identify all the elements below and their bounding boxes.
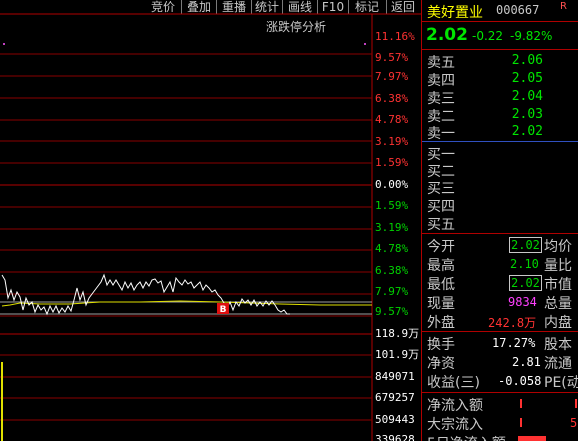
price-axis-label: 1.59% [375,156,409,169]
block-inflow-value: 5 [570,416,578,430]
five-day-inflow-bar [518,436,546,441]
volume-grid [0,333,372,421]
high-value: 2.10 [510,257,539,271]
net-inflow-bar-right [575,399,577,408]
divider [422,331,578,332]
eps-value: -0.058 [498,374,542,388]
ask1-label: 卖一 [427,126,455,142]
ask1-price[interactable]: 2.02 [507,124,543,139]
price-axis-label: 1.59% [375,199,409,212]
low-value: 2.02 [509,275,542,291]
market-cap-label: 市值 [544,277,572,293]
nav-label: 净资 [427,356,455,372]
bid4-label: 买四 [427,199,455,215]
open-label: 今开 [427,239,455,255]
stock-name: 美好置业 [427,5,483,21]
divider [422,392,578,393]
turnover-label: 换手 [427,337,455,353]
current-price: 2.02 [426,25,468,45]
stock-code: 000667 [496,3,540,17]
price-axis-label: 0.00% [375,178,409,191]
price-axis-label: 4.78% [375,242,409,255]
price-change-pct: -9.82% [510,29,553,43]
ask5-label: 卖五 [427,55,455,71]
price-grid [0,53,372,317]
volume-ratio-label: 量比 [544,258,572,274]
nav-value: 2.81 [512,355,541,369]
volume-axis-label: 509443 [375,413,415,426]
price-axis-label: 9.57% [375,51,409,64]
divider [422,21,578,22]
outer-label: 外盘 [427,315,455,331]
volume-bar [1,362,3,441]
net-inflow-bar [520,399,522,408]
ask3-label: 卖三 [427,91,455,107]
ask4-label: 卖四 [427,73,455,89]
volume-axis-label: 101.9万 [375,348,420,361]
price-axis-label: 4.78% [375,113,409,126]
price-axis-label: 11.16% [375,30,415,43]
volume-axis-label: 679257 [375,391,415,404]
current-volume-value: 9834 [508,295,537,309]
float-label: 流通 [544,356,572,372]
intraday-chart[interactable]: B [0,0,421,441]
inner-label: 内盘 [544,315,572,331]
price-axis-label: 3.19% [375,221,409,234]
divider [422,49,578,50]
block-inflow-bar [520,418,522,427]
current-volume-label: 现量 [427,296,455,312]
top-right-dot [364,43,366,45]
volume-axis-label: 849071 [375,370,415,383]
low-label: 最低 [427,277,455,293]
high-label: 最高 [427,258,455,274]
divider [422,233,578,234]
orderbook-divider [422,141,578,142]
avg-price-label: 均价 [544,239,572,255]
price-axis-label: 3.19% [375,135,409,148]
price-axis-label: 7.97% [375,285,409,298]
ask2-price[interactable]: 2.03 [507,107,543,122]
share-capital-label: 股本 [544,337,572,353]
bid3-label: 买三 [427,181,455,197]
price-axis-label: 6.38% [375,92,409,105]
outer-value: 242.8万 [488,316,537,330]
five-day-inflow-label: 5日净流入额 [427,433,506,441]
buy-marker-label: B [220,305,227,315]
open-value: 2.02 [509,237,542,253]
ask5-price[interactable]: 2.06 [507,53,543,68]
net-inflow-label: 净流入额 [427,398,483,414]
pe-label: PE(动 [544,375,578,391]
price-axis-label: 9.57% [375,305,409,318]
stock-flag: R [560,1,567,12]
block-inflow-label: 大宗流入 [427,417,483,433]
bid5-label: 买五 [427,217,455,233]
total-volume-label: 总量 [544,296,572,312]
price-change: -0.22 [472,29,504,43]
volume-axis-label: 339628 [375,433,415,441]
volume-axis-label: 118.9万 [375,327,420,340]
turnover-value: 17.27% [492,336,536,350]
eps-label: 收益(三) [427,375,480,391]
chart-title[interactable]: 涨跌停分析 [266,18,326,35]
price-axis-label: 7.97% [375,70,409,83]
quote-panel: 美好置业 000667 R 2.02 -0.22 -9.82% 卖五 2.06 … [421,0,578,441]
ask4-price[interactable]: 2.05 [507,71,543,86]
price-axis-label: 6.38% [375,264,409,277]
ask3-price[interactable]: 2.04 [507,89,543,104]
top-left-dot [3,43,5,45]
